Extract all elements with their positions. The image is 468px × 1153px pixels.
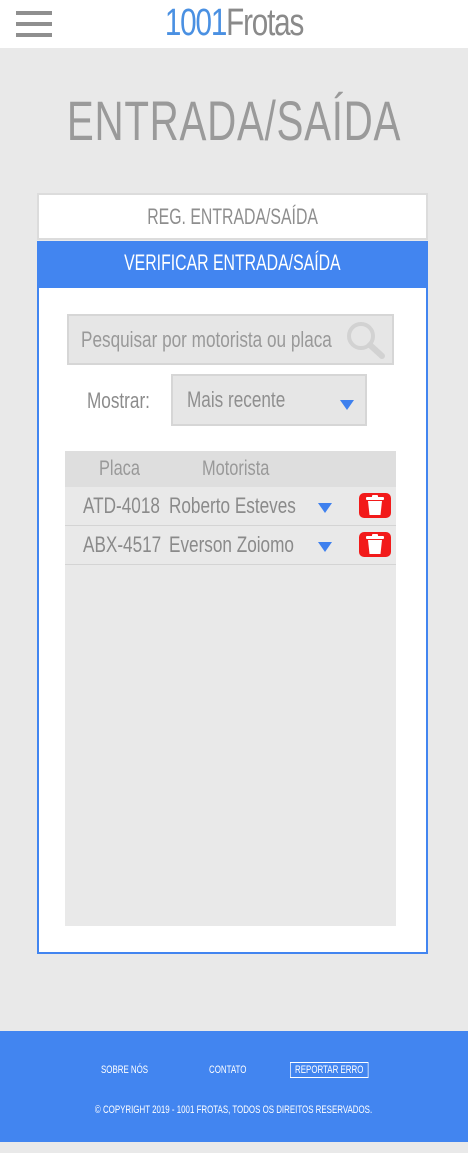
footer: SOBRE NÓS CONTATO REPORTAR ERRO © COPYRI… [0,1031,468,1142]
menu-line [16,22,52,26]
sort-select-value: Mais recente [187,387,286,412]
column-header-driver: Motorista [202,457,270,480]
search-icon[interactable] [344,320,386,360]
copyright-text: © COPYRIGHT 2019 - 1001 FROTAS, TODOS OS… [0,1104,468,1116]
trash-icon [366,495,384,515]
delete-entry-button[interactable] [359,532,391,557]
table-header: Placa Motorista [65,451,396,487]
footer-link-about[interactable]: SOBRE NÓS [101,1064,148,1076]
driver-cell: Roberto Esteves [169,493,296,518]
search-input[interactable]: Pesquisar por motorista ou placa [67,314,394,365]
menu-line [16,11,52,15]
footer-link-contact[interactable]: CONTATO [209,1064,246,1076]
tab-verify-entry-exit[interactable]: VERIFICAR ENTRADA/SAÍDA [37,241,428,288]
plate-cell: ATD-4018 [83,493,160,518]
tab-register-label: REG. ENTRADA/SAÍDA [147,204,318,229]
chevron-down-icon [340,400,354,410]
tab-register-entry-exit[interactable]: REG. ENTRADA/SAÍDA [37,193,428,240]
show-filter-label: Mostrar: [87,388,150,413]
brand-name: Frotas [226,2,304,44]
hamburger-menu-icon[interactable] [16,10,52,38]
table-row: ATD-4018 Roberto Esteves [65,487,396,526]
menu-line [16,33,52,37]
expand-row-chevron-icon[interactable] [318,503,332,513]
trash-icon [366,534,384,554]
sort-select[interactable]: Mais recente [171,374,367,426]
brand-logo[interactable]: 1001Frotas [51,2,416,45]
delete-entry-button[interactable] [359,493,391,518]
table-row: ABX-4517 Everson Zoiomo [65,526,396,565]
brand-number: 1001 [164,2,227,44]
plate-cell: ABX-4517 [83,532,162,557]
driver-cell: Everson Zoiomo [169,532,294,557]
page-title: ENTRADA/SAÍDA [66,89,402,152]
tab-verify-label: VERIFICAR ENTRADA/SAÍDA [124,250,341,275]
copyright-label: © COPYRIGHT 2019 - 1001 FROTAS, TODOS OS… [95,1104,373,1116]
column-header-plate: Placa [99,457,140,480]
report-error-button[interactable]: REPORTAR ERRO [290,1062,369,1078]
top-bar: 1001Frotas [0,0,468,48]
expand-row-chevron-icon[interactable] [318,542,332,552]
search-placeholder: Pesquisar por motorista ou placa [81,327,332,352]
entries-table: Placa Motorista ATD-4018 Roberto Esteves… [65,451,396,926]
